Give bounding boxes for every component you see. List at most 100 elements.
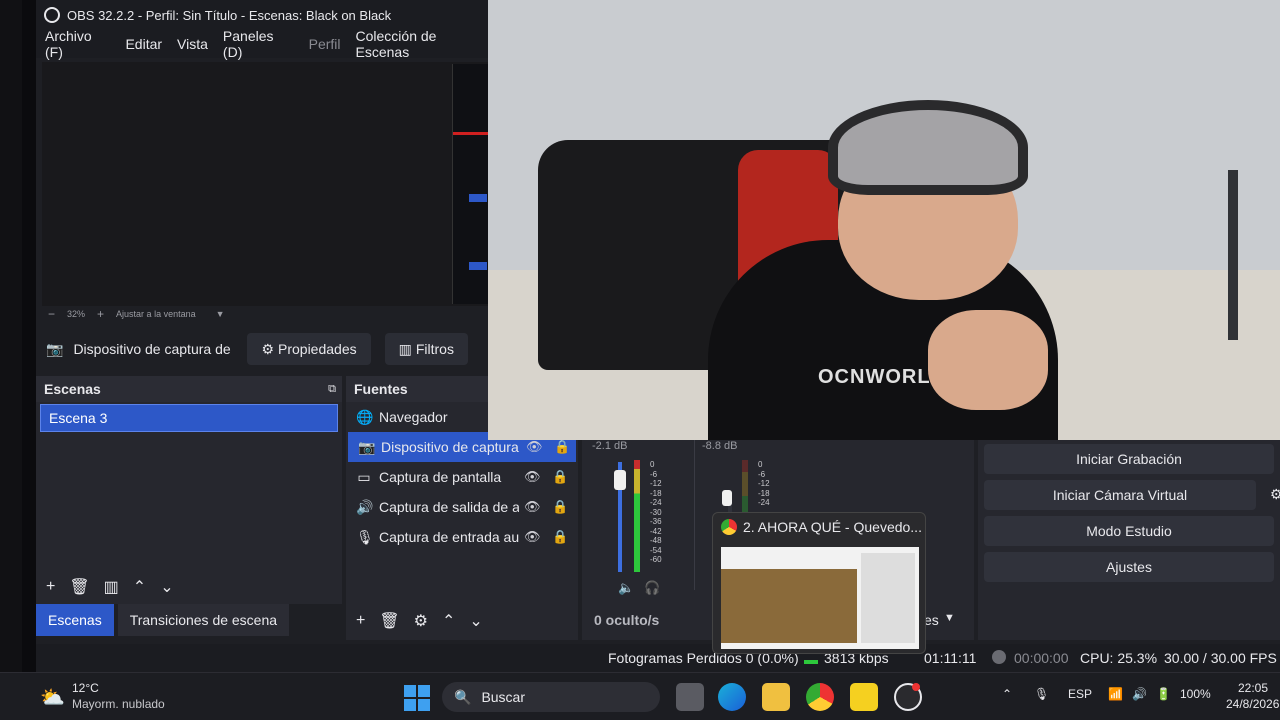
studio-mode-button[interactable]: Modo Estudio xyxy=(984,516,1274,546)
tray-chevron-up-icon[interactable]: ⌃ xyxy=(1002,687,1012,701)
menu-perfil[interactable]: Perfil xyxy=(309,36,341,52)
source-item-captura-salida-audio[interactable]: 🔊 Captura de salida de au 👁 🔒 xyxy=(346,492,578,522)
edge-icon[interactable] xyxy=(718,683,746,711)
hidden-channels-label: 0 oculto/s xyxy=(594,612,660,628)
mixer-headphones-icon[interactable]: 🎧 xyxy=(644,580,660,596)
filter-icon: ▥ xyxy=(398,340,412,357)
undock-icon[interactable]: ⧉ xyxy=(328,383,336,396)
thumbnail-title: 2. AHORA QUÉ - Quevedo... xyxy=(743,519,922,535)
menu-vista[interactable]: Vista xyxy=(177,36,208,52)
properties-button[interactable]: ⚙ Propiedades xyxy=(247,333,371,365)
move-up-icon[interactable]: ⌃ xyxy=(133,577,146,597)
scene-item-escena-3[interactable]: Escena 3 xyxy=(40,404,338,432)
task-view-icon[interactable] xyxy=(676,683,704,711)
chrome-icon xyxy=(721,519,737,535)
zoom-in-button[interactable]: + xyxy=(97,307,104,321)
source-item-captura-pantalla[interactable]: ▭ Captura de pantalla 👁 🔒 xyxy=(346,462,578,492)
clock-date[interactable]: 24/8/2026 xyxy=(1226,697,1279,711)
weather-desc: Mayorm. nublado xyxy=(72,697,165,711)
volume-icon[interactable]: 🔊 xyxy=(1132,687,1147,701)
title-bar: OBS 32.2.2 - Perfil: Sin Título - Escena… xyxy=(36,0,488,30)
search-placeholder: Buscar xyxy=(481,689,526,705)
source-settings-gear-icon[interactable]: ⚙ xyxy=(414,611,428,631)
visibility-eye-icon[interactable]: 👁 xyxy=(524,529,541,545)
remove-scene-icon[interactable]: 🗑 xyxy=(69,577,89,597)
battery-icon[interactable]: 🔋 xyxy=(1156,687,1171,701)
chevron-down-icon[interactable]: ▼ xyxy=(944,612,955,624)
lock-icon[interactable]: 🔒 xyxy=(552,529,568,545)
microphone-tray-icon[interactable]: 🎙 xyxy=(1034,687,1049,701)
scene-toolbar: + 🗑 ▥ ⌃ ⌄ xyxy=(36,572,342,602)
lock-icon[interactable]: 🔒 xyxy=(552,499,568,515)
add-scene-icon[interactable]: + xyxy=(46,578,55,596)
source-item-captura-entrada-audio[interactable]: 🎙 Captura de entrada aud 👁 🔒 xyxy=(346,522,578,552)
globe-icon: 🌐 xyxy=(356,408,374,425)
wifi-icon[interactable]: 📶 xyxy=(1108,687,1123,701)
rec-time: 00:00:00 xyxy=(1014,650,1069,666)
source-toolbar: 📷 Dispositivo de captura de v ⚙ Propieda… xyxy=(36,332,488,366)
preview-mini-tab xyxy=(469,262,487,270)
lock-icon[interactable]: 🔒 xyxy=(554,439,570,455)
chrome-taskbar-icon[interactable] xyxy=(806,683,834,711)
camera-icon: 📷 xyxy=(46,340,64,357)
scene-filters-icon[interactable]: ▥ xyxy=(104,577,119,597)
virtual-camera-gear-icon[interactable]: ⚙ xyxy=(1270,486,1280,503)
move-down-icon[interactable]: ⌄ xyxy=(160,577,173,597)
filters-button[interactable]: ▥ Filtros xyxy=(384,333,468,365)
desktop-edge xyxy=(0,0,22,672)
remove-source-icon[interactable]: 🗑 xyxy=(379,611,399,631)
menu-paneles[interactable]: Paneles (D) xyxy=(223,28,294,60)
add-source-icon[interactable]: + xyxy=(356,612,365,630)
channel1-volume-handle[interactable] xyxy=(614,470,626,490)
thumbnail-video xyxy=(721,569,857,643)
battery-percent: 100% xyxy=(1180,687,1211,701)
mixer-divider xyxy=(694,440,695,590)
weather-cloud-icon: ⛅ xyxy=(40,687,65,709)
fps-readout: 30.00 / 30.00 FPS xyxy=(1164,650,1277,666)
tab-escenas[interactable]: Escenas xyxy=(36,604,114,636)
visibility-eye-icon[interactable]: 👁 xyxy=(526,439,543,455)
taskbar-thumbnail[interactable]: 2. AHORA QUÉ - Quevedo... xyxy=(712,512,926,654)
menu-editar[interactable]: Editar xyxy=(125,36,162,52)
menu-coleccion-escenas[interactable]: Colección de Escenas xyxy=(356,28,488,60)
excel-like-icon[interactable] xyxy=(850,683,878,711)
search-icon: 🔍 xyxy=(454,688,472,705)
bottom-tabs: Escenas Transiciones de escena xyxy=(36,604,342,636)
gear-icon: ⚙ xyxy=(261,340,274,357)
lock-icon[interactable]: 🔒 xyxy=(552,469,568,485)
obs-recording-badge xyxy=(912,683,920,691)
clock-time[interactable]: 22:05 xyxy=(1238,681,1268,695)
channel2-volume-handle[interactable] xyxy=(722,490,732,506)
zoom-dropdown-icon[interactable]: ▼ xyxy=(216,309,225,319)
tab-transiciones[interactable]: Transiciones de escena xyxy=(117,604,290,636)
monitor-icon: ▭ xyxy=(357,468,371,485)
source-move-down-icon[interactable]: ⌄ xyxy=(469,611,482,631)
start-virtual-camera-button[interactable]: Iniciar Cámara Virtual xyxy=(984,480,1256,510)
start-recording-button[interactable]: Iniciar Grabación xyxy=(984,444,1274,474)
fit-window-button[interactable]: Ajustar a la ventana xyxy=(116,309,196,319)
file-explorer-icon[interactable] xyxy=(762,683,790,711)
record-indicator-icon xyxy=(992,650,1006,664)
webcam-railing xyxy=(1228,170,1238,340)
meter-scale: 0 -6 -12 -18 -24 -30 -36 -42 -48 -54 -60 xyxy=(650,460,662,564)
status-bar: Fotogramas Perdidos 0 (0.0%) 3813 kbps 0… xyxy=(36,644,1280,672)
visibility-eye-icon[interactable]: 👁 xyxy=(524,469,541,485)
taskbar: ⛅ 12°C Mayorm. nublado 🔍 Buscar ⌃ 🎙 ESP … xyxy=(0,672,1280,720)
zoom-out-button[interactable]: − xyxy=(48,307,55,321)
zoom-bar: − 32% + Ajustar a la ventana ▼ xyxy=(42,306,488,322)
webcam-person-hand xyxy=(928,310,1048,410)
preview-canvas[interactable] xyxy=(42,62,488,306)
webcam-person-cap xyxy=(828,100,1028,195)
temperature: 12°C xyxy=(72,681,99,695)
visibility-eye-icon[interactable]: 👁 xyxy=(524,499,541,515)
windows-start-icon[interactable] xyxy=(404,685,430,711)
mute-speaker-icon[interactable]: 🔈 xyxy=(618,580,634,596)
webcam-feed: OCNWORLD xyxy=(488,0,1280,440)
language-indicator[interactable]: ESP xyxy=(1068,687,1092,701)
taskbar-search[interactable]: 🔍 Buscar xyxy=(442,682,660,712)
menu-archivo[interactable]: Archivo (F) xyxy=(45,28,110,60)
settings-button[interactable]: Ajustes xyxy=(984,552,1274,582)
preview-red-line xyxy=(453,132,489,135)
source-move-up-icon[interactable]: ⌃ xyxy=(442,611,455,631)
thumbnail-sidebar xyxy=(861,553,915,643)
